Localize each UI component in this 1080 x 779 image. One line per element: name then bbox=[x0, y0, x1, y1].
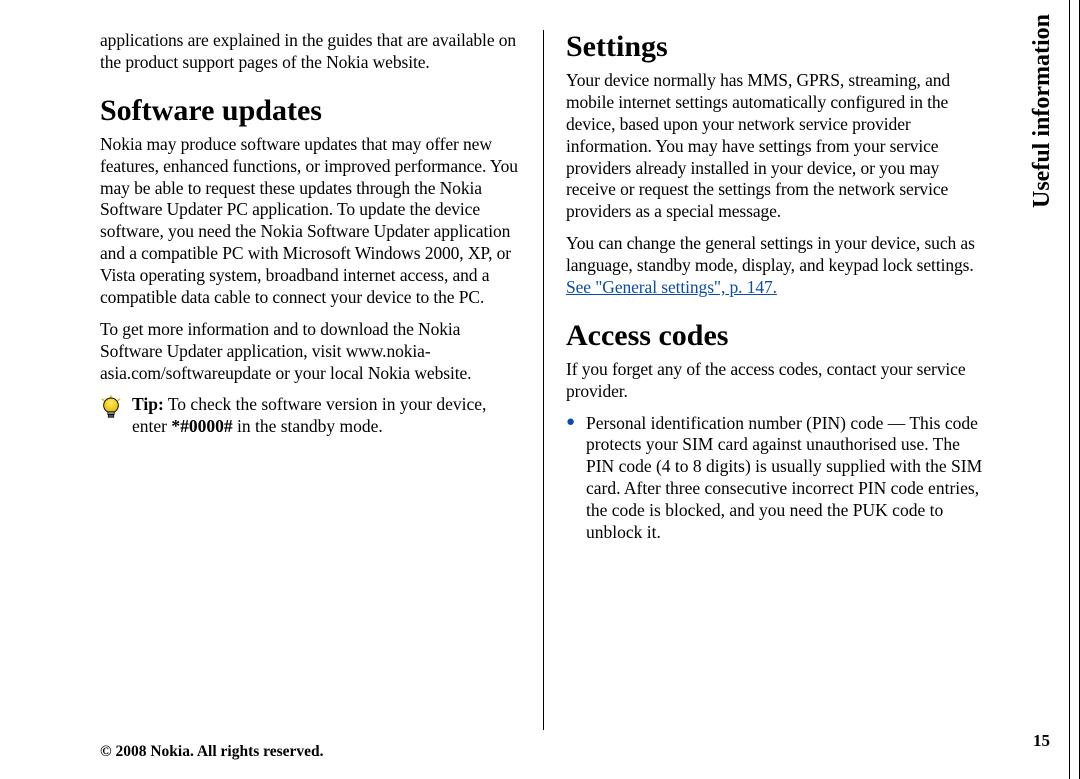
settings-para-1: Your device normally has MMS, GPRS, stre… bbox=[566, 70, 986, 223]
settings-para-2: You can change the general settings in y… bbox=[566, 233, 986, 299]
heading-access-codes: Access codes bbox=[566, 319, 986, 353]
software-para-2: To get more information and to download … bbox=[100, 319, 521, 385]
tip-text: Tip: To check the software version in yo… bbox=[132, 394, 521, 438]
page-edge-rules bbox=[1062, 0, 1080, 779]
tip-body-b: in the standby mode. bbox=[233, 416, 383, 436]
lightbulb-icon bbox=[100, 395, 122, 423]
manual-page: applications are explained in the guides… bbox=[0, 0, 1080, 779]
general-settings-link[interactable]: See "General settings", p. 147. bbox=[566, 277, 777, 297]
right-column: Settings Your device normally has MMS, G… bbox=[543, 30, 986, 730]
side-tab: Useful information bbox=[1022, 8, 1062, 328]
heading-software-updates: Software updates bbox=[100, 94, 521, 128]
heading-settings: Settings bbox=[566, 30, 986, 64]
copyright: © 2008 Nokia. All rights reserved. bbox=[100, 743, 324, 761]
tip-label: Tip: bbox=[132, 394, 164, 414]
left-column: applications are explained in the guides… bbox=[100, 30, 543, 730]
intro-para: applications are explained in the guides… bbox=[100, 30, 521, 74]
software-para-1: Nokia may produce software updates that … bbox=[100, 134, 521, 309]
list-item: Personal identification number (PIN) cod… bbox=[566, 413, 986, 544]
tip-callout: Tip: To check the software version in yo… bbox=[100, 394, 521, 438]
access-para-1: If you forget any of the access codes, c… bbox=[566, 359, 986, 403]
page-number: 15 bbox=[1033, 731, 1050, 751]
settings-para-2a: You can change the general settings in y… bbox=[566, 233, 975, 275]
tip-code: *#0000# bbox=[171, 416, 232, 436]
side-tab-label: Useful information bbox=[1029, 14, 1056, 208]
content-columns: applications are explained in the guides… bbox=[100, 30, 996, 730]
access-bullets: Personal identification number (PIN) cod… bbox=[566, 413, 986, 544]
